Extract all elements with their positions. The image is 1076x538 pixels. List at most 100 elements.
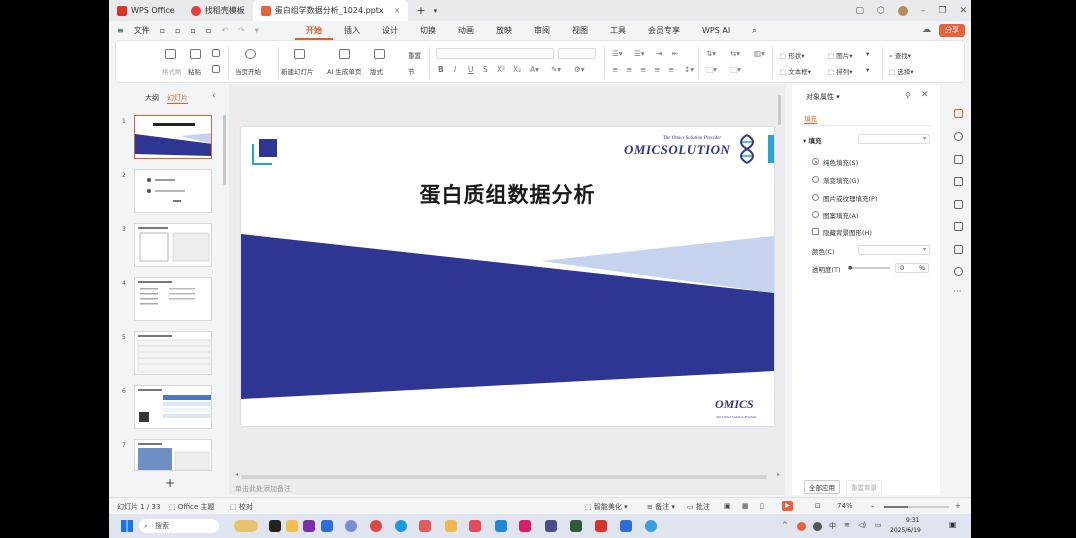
zoom-out-icon[interactable]: –: [871, 502, 875, 510]
windows-start-icon[interactable]: [121, 520, 133, 532]
sorter-view-icon[interactable]: ▦: [742, 502, 749, 510]
avatar[interactable]: [897, 5, 908, 16]
ime-icon[interactable]: 中: [829, 521, 836, 531]
play-slideshow-icon[interactable]: ▶: [782, 501, 793, 511]
onenote-icon[interactable]: [303, 520, 315, 532]
play-from-current-button[interactable]: 当页开始: [235, 66, 261, 76]
slide-thumbnail-5[interactable]: [134, 331, 212, 375]
maximize-icon[interactable]: ❐: [938, 6, 946, 16]
color-select[interactable]: ▾: [858, 245, 930, 255]
taskview-icon[interactable]: [269, 520, 281, 532]
layout-icon[interactable]: [374, 49, 385, 59]
minimize-icon[interactable]: –: [921, 6, 926, 16]
slide-thumbnail-3[interactable]: [134, 223, 212, 267]
slide-thumbnail-6[interactable]: [134, 385, 212, 429]
fill-type-select[interactable]: ▾: [858, 134, 930, 144]
app-icon[interactable]: [519, 520, 531, 532]
text-direction-icon[interactable]: ⇅▾: [706, 49, 716, 58]
gradient-fill-radio[interactable]: [812, 176, 819, 183]
cut-icon[interactable]: [212, 49, 220, 57]
arrange-button[interactable]: ⬚ 排列▾: [828, 66, 852, 76]
file-explorer-icon[interactable]: [286, 520, 298, 532]
tab-view[interactable]: 视图: [561, 21, 599, 40]
current-slide[interactable]: The Omics Solution Provider OMICSOLUTION…: [241, 127, 774, 426]
vertical-scrollbar[interactable]: [778, 95, 781, 125]
file-menu[interactable]: 文件: [134, 25, 150, 36]
picture-button[interactable]: ⬚ 图片▾: [828, 50, 852, 60]
tab-member[interactable]: 会员专享: [637, 21, 691, 40]
slide-thumbnail-2[interactable]: [134, 169, 212, 213]
collapse-icon[interactable]: ‹: [212, 91, 216, 101]
volume-icon[interactable]: ◁): [858, 521, 866, 529]
slide-thumbnail-7[interactable]: [134, 439, 212, 471]
shape-button[interactable]: ⬚ 形状▾: [780, 50, 804, 60]
section-button[interactable]: 节: [408, 66, 415, 76]
underline-icon[interactable]: U: [468, 65, 474, 74]
distribute-icon[interactable]: ≡: [668, 65, 674, 74]
slide-title[interactable]: 蛋白质组数据分析: [241, 179, 774, 209]
app-icon[interactable]: [645, 520, 657, 532]
subscript-icon[interactable]: X₂: [513, 65, 521, 74]
fill-section-header[interactable]: ▾ 填充: [803, 135, 822, 145]
window-mode-icon[interactable]: ▢: [856, 6, 865, 16]
tray-app-icon[interactable]: [813, 522, 822, 531]
customize-icon[interactable]: ▾: [255, 26, 259, 35]
add-slide-button[interactable]: +: [165, 476, 175, 490]
zoom-value[interactable]: 74%: [837, 502, 853, 510]
fit-icon[interactable]: ⊡: [815, 502, 821, 510]
tab-review[interactable]: 审阅: [523, 21, 561, 40]
taskbar-search[interactable]: ⌕ 搜索: [139, 519, 219, 533]
tab-tools[interactable]: 工具: [599, 21, 637, 40]
normal-view-icon[interactable]: ▣: [724, 502, 731, 510]
ai-slide-icon[interactable]: [339, 49, 350, 59]
share-button[interactable]: 分享: [939, 24, 965, 37]
theme-button[interactable]: ⬚ Office 主题: [169, 502, 215, 512]
layers-icon[interactable]: ▾: [866, 50, 869, 58]
export-icon[interactable]: ▫: [175, 26, 180, 35]
proof-button[interactable]: ⬚ 校对: [230, 502, 253, 512]
font-color-icon[interactable]: A▾: [530, 65, 539, 74]
scroll-left-icon[interactable]: ◂: [235, 471, 238, 478]
reset-button[interactable]: 重置: [408, 50, 421, 60]
comment-button[interactable]: ▭ 批注: [687, 502, 710, 512]
effects-icon[interactable]: ⚙▾: [574, 65, 585, 74]
bullet-list-icon[interactable]: ☰▾: [612, 49, 623, 58]
picture-icon[interactable]: [954, 245, 963, 254]
close-window-icon[interactable]: ✕: [959, 6, 967, 16]
reset-background-button[interactable]: 重置背景: [846, 480, 882, 494]
transparency-input[interactable]: 0 %: [895, 263, 929, 273]
line-spacing-icon[interactable]: ↕▾: [684, 65, 694, 74]
copy-style-icon[interactable]: [954, 155, 963, 164]
new-slide-icon[interactable]: [294, 49, 305, 59]
close-panel-icon[interactable]: ✕: [921, 90, 929, 100]
italic-icon[interactable]: I: [454, 65, 456, 74]
convert-icon[interactable]: ⬚▾: [706, 65, 717, 74]
folder-icon[interactable]: [445, 520, 457, 532]
format-painter-button[interactable]: 格式刷: [162, 66, 182, 76]
superscript-icon[interactable]: X²: [497, 65, 505, 74]
ai-slide-button[interactable]: AI 生成单页: [327, 66, 361, 76]
hide-background-checkbox[interactable]: [812, 228, 819, 235]
smartart-icon[interactable]: ⬚▾: [730, 65, 741, 74]
tab-slideshow[interactable]: 放映: [485, 21, 523, 40]
picture-fill-radio[interactable]: [812, 194, 819, 201]
align-right-icon[interactable]: ≡: [640, 65, 646, 74]
app-icon[interactable]: [570, 520, 582, 532]
tab-document[interactable]: 蛋白组学数据分析_1024.pptx ×: [252, 0, 409, 21]
beautify-button[interactable]: ⬚ 智能美化 ▾: [585, 502, 628, 512]
horizontal-scrollbar[interactable]: ◂ ▸: [235, 471, 780, 479]
help-icon[interactable]: [954, 267, 963, 276]
tab-animation[interactable]: 动画: [447, 21, 485, 40]
new-slide-button[interactable]: 新建幻灯片: [281, 66, 314, 76]
tab-design[interactable]: 设计: [371, 21, 409, 40]
layout-button[interactable]: 版式: [370, 66, 383, 76]
tab-outline[interactable]: 大纲: [145, 93, 159, 104]
outdent-icon[interactable]: ⇤: [672, 49, 678, 58]
edge-icon[interactable]: [395, 520, 407, 532]
paste-button[interactable]: 粘贴: [188, 66, 201, 76]
more-icon[interactable]: ···: [953, 287, 962, 297]
cloud-icon[interactable]: ☁: [922, 25, 931, 35]
print-icon[interactable]: ▫: [191, 26, 196, 35]
slide-thumbnail-1[interactable]: [134, 115, 212, 159]
tab-template[interactable]: 找稻壳模板: [183, 0, 253, 21]
